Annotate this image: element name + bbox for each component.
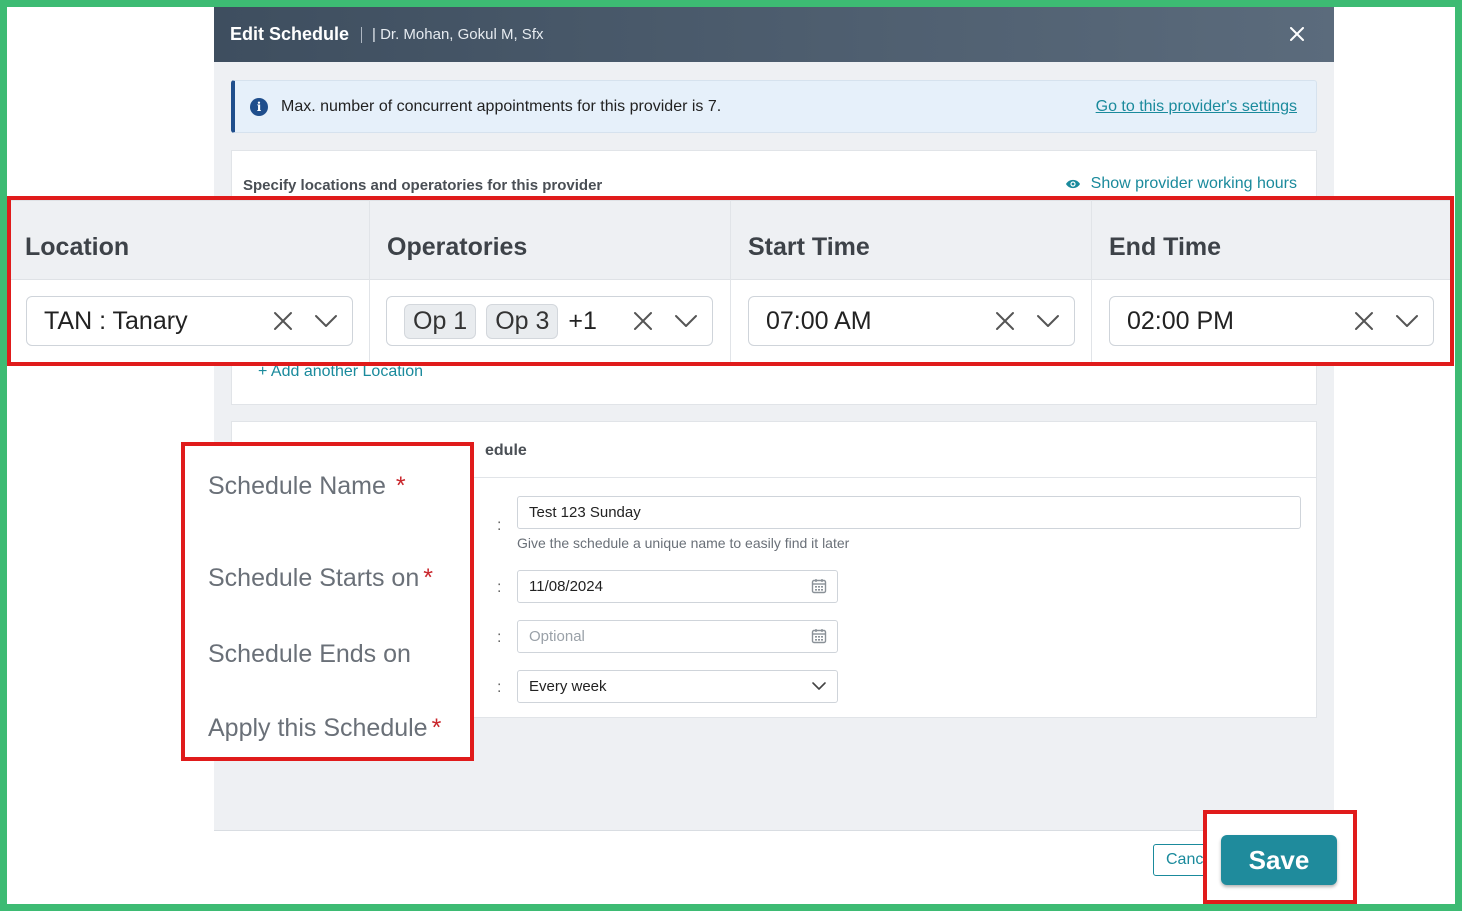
apply-schedule-select[interactable]: Every week (517, 670, 838, 703)
column-header-end-time: End Time (1109, 233, 1222, 261)
info-banner: i Max. number of concurrent appointments… (231, 80, 1317, 133)
clear-icon[interactable] (632, 310, 654, 339)
cancel-label: Canc (1166, 851, 1204, 868)
operatories-column: Operatories Op 1 Op 3 +1 (369, 200, 730, 362)
end-time-select[interactable]: 02:00 PM (1109, 296, 1434, 346)
location-table-highlight: Location TAN : Tanary Operatories Op 1 O… (7, 196, 1454, 366)
schedule-name-helper: Give the schedule a unique name to easil… (517, 535, 850, 551)
modal-title: Edit Schedule (230, 24, 350, 44)
end-date-placeholder: Optional (529, 628, 585, 645)
location-column: Location TAN : Tanary (11, 200, 369, 362)
start-time-value: 07:00 AM (766, 306, 872, 335)
schedule-labels-highlight: Schedule Name * Schedule Starts on * Sched… (181, 442, 474, 761)
location-value: TAN : Tanary (44, 306, 188, 335)
colon: : (497, 679, 502, 696)
required-mark: * (431, 714, 442, 742)
apply-schedule-label: Apply this Schedule * (208, 714, 441, 743)
colon: : (497, 579, 502, 596)
modal-header: Edit Schedule | Dr. Mohan, Gokul M, Sfx (214, 7, 1334, 62)
schedule-name-input[interactable]: Test 123 Sunday (517, 496, 1301, 529)
start-time-select[interactable]: 07:00 AM (748, 296, 1075, 346)
chevron-down-icon[interactable] (674, 310, 698, 339)
show-working-hours-link[interactable]: Show provider working hours (1065, 175, 1297, 193)
clear-icon[interactable] (272, 310, 294, 339)
required-mark: * (423, 564, 433, 592)
apply-schedule-label-text: Apply this Schedule (208, 714, 428, 742)
eye-icon (1065, 179, 1080, 189)
start-time-column: Start Time 07:00 AM (730, 200, 1091, 362)
show-working-hours-label: Show provider working hours (1090, 175, 1297, 192)
location-select[interactable]: TAN : Tanary (26, 296, 353, 346)
operatories-select[interactable]: Op 1 Op 3 +1 (386, 296, 713, 346)
column-header-location: Location (25, 233, 130, 261)
end-time-column: End Time 02:00 PM (1091, 200, 1450, 362)
info-icon: i (250, 97, 268, 116)
more-operatories-count: +1 (568, 306, 597, 335)
schedule-name-label-text: Schedule Name (208, 472, 386, 500)
column-header-operatories: Operatories (387, 233, 528, 261)
calendar-icon[interactable] (811, 628, 827, 648)
colon: : (497, 517, 502, 534)
schedule-section-title: edule (485, 442, 527, 459)
chevron-down-icon[interactable] (314, 310, 338, 339)
calendar-icon[interactable] (811, 578, 827, 598)
chevron-down-icon[interactable] (811, 679, 827, 697)
close-button[interactable] (1282, 19, 1312, 49)
clear-icon[interactable] (1353, 310, 1375, 339)
clear-icon[interactable] (994, 310, 1016, 339)
end-time-value: 02:00 PM (1127, 306, 1235, 335)
info-message: Max. number of concurrent appointments f… (281, 97, 722, 115)
apply-schedule-value: Every week (529, 678, 607, 695)
operatory-chip: Op 3 (486, 303, 559, 339)
operatory-chip: Op 1 (404, 303, 477, 339)
column-header-start-time: Start Time (748, 233, 870, 261)
start-date-value: 11/08/2024 (529, 578, 603, 595)
required-mark: * (395, 472, 406, 500)
close-icon (1290, 27, 1304, 41)
save-button-highlight: Save (1203, 810, 1357, 904)
end-date-input[interactable]: Optional (517, 620, 838, 653)
schedule-starts-label-text: Schedule Starts on (208, 564, 420, 592)
provider-name: | Dr. Mohan, Gokul M, Sfx (372, 26, 544, 43)
colon: : (497, 629, 502, 646)
schedule-ends-label: Schedule Ends on (208, 640, 411, 668)
save-button[interactable]: Save (1221, 835, 1337, 885)
locations-section-title: Specify locations and operatories for th… (243, 177, 603, 194)
header-divider (361, 26, 363, 43)
provider-settings-link[interactable]: Go to this provider's settings (1096, 98, 1297, 116)
schedule-name-label: Schedule Name * (208, 472, 406, 501)
schedule-starts-label: Schedule Starts on * (208, 564, 433, 593)
schedule-name-value: Test 123 Sunday (529, 504, 641, 521)
chevron-down-icon[interactable] (1395, 310, 1419, 339)
start-date-input[interactable]: 11/08/2024 (517, 570, 838, 603)
modal-footer: Canc (214, 830, 1334, 911)
chevron-down-icon[interactable] (1036, 310, 1060, 339)
